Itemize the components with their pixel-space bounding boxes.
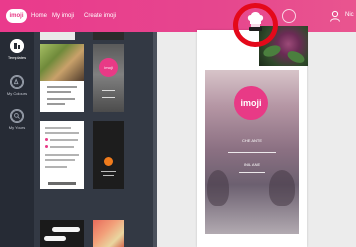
chat-bubble (44, 236, 66, 241)
bullet-dot (45, 145, 48, 148)
text-line (50, 139, 78, 141)
text-line (47, 91, 71, 93)
template-thumbnail-food[interactable] (40, 44, 84, 112)
nav-my-imoji-link[interactable]: My imoji (52, 11, 74, 21)
circle-icon[interactable] (282, 9, 296, 23)
template-thumbnail[interactable] (40, 32, 75, 40)
imoji-logo[interactable]: imoji (6, 9, 27, 23)
text-line (45, 132, 79, 134)
nav-home-link[interactable]: Home (31, 11, 47, 21)
left-rail: Templates My Colours My Yours (0, 32, 34, 247)
template-thumbnail-fruit[interactable] (93, 220, 124, 247)
imoji-badge[interactable]: imoji (234, 86, 268, 120)
text-line (47, 98, 75, 100)
chat-bubble (52, 227, 80, 232)
design-workarea: imoji CHE ANTE INIL ANE (157, 26, 356, 247)
orange-circle (104, 157, 113, 166)
user-name[interactable]: Nic (345, 12, 354, 18)
rail-item-yours[interactable]: My Yours (0, 106, 34, 142)
template-thumbnail-flyer[interactable] (40, 121, 84, 189)
food-photo (40, 44, 84, 81)
user-icon[interactable] (329, 10, 341, 22)
text-line (45, 159, 75, 161)
footer-bar (48, 182, 76, 185)
rail-item-label: Templates (7, 55, 27, 60)
badge-text: imoji (240, 98, 262, 108)
templates-panel: imoji (34, 32, 153, 247)
logo-text: imoji (9, 13, 24, 19)
text-line (47, 86, 77, 88)
imoji-badge: imoji (99, 58, 118, 77)
divider (228, 152, 276, 153)
template-thumbnail-dark[interactable] (93, 121, 124, 189)
palette-icon (10, 75, 24, 89)
text-line (102, 90, 115, 91)
text-line (45, 127, 71, 129)
bullet-dot (45, 138, 48, 141)
template-photo (93, 44, 124, 112)
rail-item-label: My Colours (6, 91, 28, 96)
rail-item-templates[interactable]: Templates (0, 36, 34, 72)
template-thumbnail-chat[interactable] (40, 220, 84, 247)
poster-line-1[interactable]: CHE ANTE (205, 138, 299, 143)
poster-line-2[interactable]: INIL ANE (205, 162, 299, 167)
leaf (285, 48, 307, 66)
search-icon (10, 109, 24, 123)
divider (239, 172, 265, 173)
template-icon (10, 39, 24, 53)
chef-hat-icon[interactable] (247, 11, 264, 32)
rail-item-colours[interactable]: My Colours (0, 72, 34, 108)
rail-item-label: My Yours (8, 125, 26, 130)
nav-create-imoji-link[interactable]: Create imoji (84, 11, 116, 21)
tree-silhouette (207, 170, 229, 206)
tree-silhouette (269, 170, 295, 206)
leaf (261, 43, 283, 59)
badge-text: imoji (104, 65, 113, 70)
template-thumbnail[interactable] (93, 32, 124, 40)
text-line (45, 154, 79, 156)
text-line (47, 103, 65, 105)
fruit-photo (93, 220, 124, 247)
text-line (50, 146, 74, 148)
poster-image[interactable]: imoji CHE ANTE INIL ANE (205, 70, 299, 234)
text-line (102, 97, 115, 98)
text-line (45, 166, 67, 168)
design-page[interactable]: imoji CHE ANTE INIL ANE (197, 26, 308, 247)
text-line (101, 171, 116, 172)
template-thumbnail-imoji[interactable]: imoji (93, 44, 124, 112)
text-line (103, 175, 114, 176)
